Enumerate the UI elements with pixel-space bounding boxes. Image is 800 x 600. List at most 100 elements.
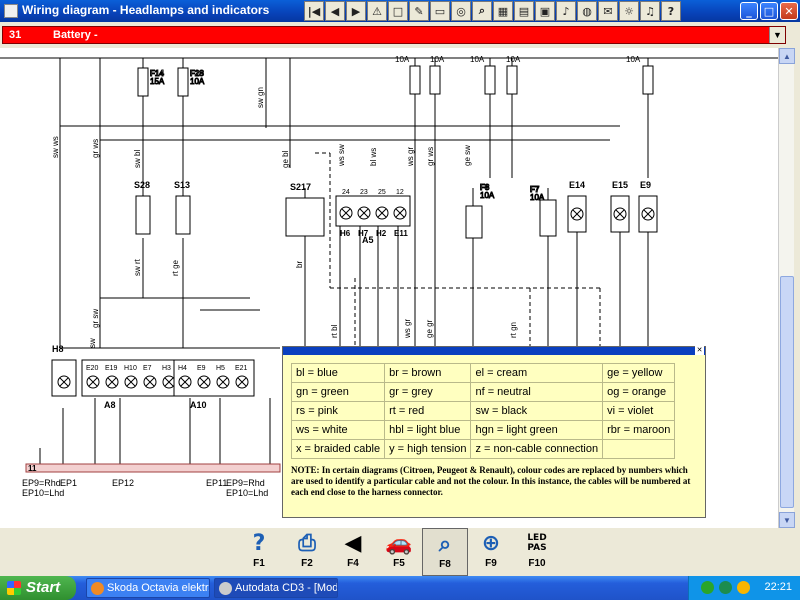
label-s13: S13 xyxy=(174,180,190,190)
fkey-f1[interactable]: ? F1 xyxy=(236,528,282,576)
circuit-code: 31 xyxy=(9,29,22,41)
wire-colour-label: ge bl xyxy=(281,150,290,168)
maximize-button[interactable]: □ xyxy=(760,2,778,20)
fuse-symbol xyxy=(409,65,421,95)
wire-colour-label: ge gr xyxy=(425,319,434,338)
earth-point-label: EP10=Lhd xyxy=(22,488,64,498)
chat-icon[interactable]: ✉ xyxy=(598,1,618,21)
fuse-zoom-icon: ⌕ xyxy=(438,531,452,557)
fkey-f8[interactable]: ⌕ F8 xyxy=(422,528,468,576)
module-icon[interactable]: ▦ xyxy=(493,1,513,21)
fuse-symbol xyxy=(642,65,654,95)
fuse-rating: 10A xyxy=(506,55,521,64)
speaker-icon[interactable] xyxy=(737,581,750,594)
browser-icon xyxy=(91,582,104,595)
legend-cell: rs = pink xyxy=(290,401,386,421)
help-icon[interactable]: ? xyxy=(661,1,681,21)
legend-cell: gn = green xyxy=(290,382,386,402)
fkey-f2[interactable]: ⎙ F2 xyxy=(284,528,330,576)
legend-cell: rbr = maroon xyxy=(602,420,676,440)
task-button-autodata[interactable]: Autodata CD3 - [Mod... xyxy=(214,578,338,598)
zoom-icon[interactable]: ⌕ xyxy=(472,1,492,21)
earth-point-label: EP1 xyxy=(60,478,77,488)
label-a5: A5 xyxy=(362,235,374,245)
fkey-f10[interactable]: LED PAS F10 xyxy=(514,528,560,576)
legend-close-icon[interactable]: ✕ xyxy=(695,346,704,355)
fkey-f5[interactable]: 🚗 F5 xyxy=(376,528,422,576)
fuse-rating: 10A xyxy=(470,55,485,64)
close-button[interactable]: ✕ xyxy=(780,2,798,20)
fuse-rating: 10A xyxy=(480,191,495,200)
lamp-label: H4 xyxy=(178,365,187,372)
legend-cell: nf = neutral xyxy=(470,382,604,402)
wire-colour-label: rt ge xyxy=(171,259,180,276)
fuse-symbol xyxy=(506,65,518,95)
task-label: Autodata CD3 - [Mod... xyxy=(235,582,338,594)
wire-colour-label: ws gr xyxy=(403,319,412,339)
legend-cell: hbl = light blue xyxy=(384,420,472,440)
fkey-label: F10 xyxy=(528,558,546,569)
earth-point-label: EP9=Rhd xyxy=(22,478,61,488)
pin-label: 24 xyxy=(342,189,350,196)
task-button-browser[interactable]: Skoda Octavia elektr... xyxy=(86,578,210,598)
messenger-icon[interactable] xyxy=(719,581,732,594)
first-page-icon[interactable]: |◀ xyxy=(304,1,324,21)
fkey-label: F8 xyxy=(439,559,451,570)
lamp-label: E21 xyxy=(235,365,248,372)
label-s28: S28 xyxy=(134,180,150,190)
task-label: Skoda Octavia elektr... xyxy=(107,582,210,594)
lamp-label: E7 xyxy=(143,365,152,372)
wire-colour-label: sw gn xyxy=(256,87,265,108)
lamp-label: E14 xyxy=(569,180,585,190)
grid-icon[interactable]: ▤ xyxy=(514,1,534,21)
scroll-thumb[interactable] xyxy=(780,276,794,508)
fuse-symbol xyxy=(429,65,441,95)
scroll-down-icon[interactable]: ▼ xyxy=(779,512,795,528)
toolbar-icons: |◀ ◀ ▶ ⚠ □ ✎ ▭ ◎ ⌕ ▦ ▤ ▣ ♪ ◍ ✉ ☼ ♫? xyxy=(304,1,681,21)
lamp-icon[interactable]: ◍ xyxy=(577,1,597,21)
previous-page-icon[interactable]: ◀ xyxy=(325,1,345,21)
wire-colour-label: gr ws xyxy=(426,147,435,166)
fkey-f9[interactable]: ⊕ F9 xyxy=(468,528,514,576)
network-icon[interactable] xyxy=(701,581,714,594)
fuse-rating: 10A xyxy=(395,55,410,64)
legend-cell: bl = blue xyxy=(290,363,386,383)
legend-cell: ws = white xyxy=(290,420,386,440)
warning-icon[interactable]: ⚠ xyxy=(367,1,387,21)
colour-code-legend: ✕ bl = blue br = brown el = cream ge = yell… xyxy=(282,346,706,518)
next-page-icon[interactable]: ▶ xyxy=(346,1,366,21)
sound-icon[interactable]: ♪ xyxy=(556,1,576,21)
car-icon: 🚗 xyxy=(385,530,413,556)
minimize-button[interactable]: _ xyxy=(740,2,758,20)
blank-page-icon[interactable]: □ xyxy=(388,1,408,21)
wire-colour-label: gr ws xyxy=(91,139,100,158)
led-pas-icon: LED PAS xyxy=(527,533,547,553)
car-icon[interactable]: ▣ xyxy=(535,1,555,21)
bulb-icon[interactable]: ☼ xyxy=(619,1,639,21)
legend-cell: y = high tension xyxy=(384,439,472,459)
dropdown-arrow-icon[interactable]: ▼ xyxy=(769,27,785,43)
scroll-up-icon[interactable]: ▲ xyxy=(779,48,795,64)
circle-icon[interactable]: ◎ xyxy=(451,1,471,21)
circuit-select[interactable]: 31 Battery - ▼ xyxy=(2,26,786,44)
earth-point-label: EP12 xyxy=(112,478,134,488)
legend-cell: x = braided cable xyxy=(290,439,386,459)
legend-cell: br = brown xyxy=(384,363,472,383)
start-button[interactable]: Start xyxy=(0,576,76,600)
lamp-label: H5 xyxy=(216,365,225,372)
lamp-label: H3 xyxy=(162,365,171,372)
legend-cell: gr = grey xyxy=(384,382,472,402)
wire-colour-label: sw bl xyxy=(133,150,142,168)
lamp-label: H10 xyxy=(124,365,137,372)
legend-row: gn = green gr = grey nf = neutral og = oran… xyxy=(290,382,676,402)
app-icon xyxy=(4,4,18,18)
fkey-f4[interactable]: ◀ F4 xyxy=(330,528,376,576)
window-controls: _ □ ✕ xyxy=(740,2,798,20)
vertical-scrollbar[interactable]: ▲ ▼ xyxy=(778,48,795,528)
battery-icon[interactable]: ▭ xyxy=(430,1,450,21)
fuse-rating: 15A xyxy=(150,77,165,86)
bell-icon[interactable]: ♫ xyxy=(640,1,660,21)
legend-row: x = braided cable y = high tension z = non… xyxy=(290,439,676,459)
tools-icon[interactable]: ✎ xyxy=(409,1,429,21)
fkey-label: F5 xyxy=(393,558,405,569)
